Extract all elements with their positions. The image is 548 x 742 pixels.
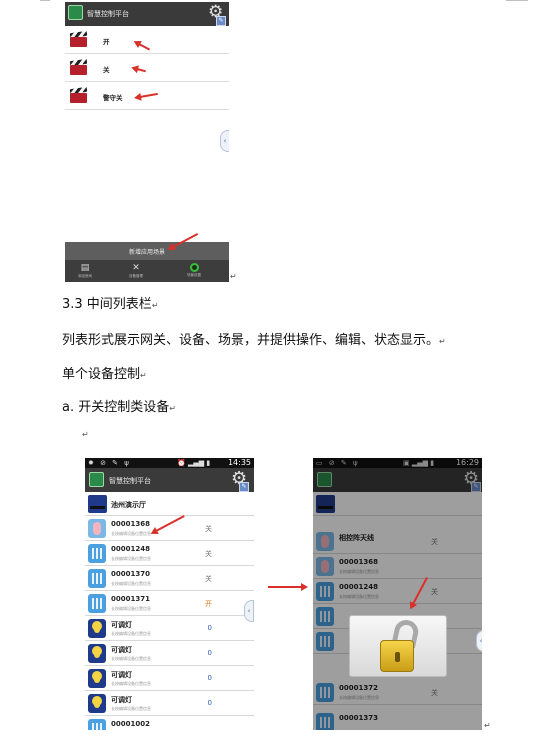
device-row[interactable]: 00001002 bbox=[85, 716, 254, 730]
switch-icon bbox=[88, 519, 106, 538]
nav-device-manage[interactable]: ✕ 设备管理 bbox=[121, 263, 151, 281]
app-title: 智慧控制平台 bbox=[109, 477, 151, 485]
device-state[interactable]: 0 bbox=[208, 674, 212, 682]
add-scene-bar[interactable]: 新增应用场景 bbox=[65, 242, 229, 260]
unlock-dialog[interactable] bbox=[349, 615, 447, 677]
bulb-icon bbox=[88, 669, 106, 688]
side-drawer-tab[interactable]: ‹ bbox=[476, 630, 482, 652]
edit-badge-icon[interactable]: ✎ bbox=[239, 482, 249, 492]
bulb-icon bbox=[88, 619, 106, 638]
list-item-a: a. 开关控制类设备↵ bbox=[62, 400, 176, 415]
tools-icon: ✕ bbox=[132, 263, 140, 273]
add-scene-label: 新增应用场景 bbox=[128, 249, 165, 256]
device-list-screenshot: ✹ ⊘ ✎ ψ ⏰ ▂▄▆ ▮ 14:35 智慧控制平台 ⚙ ✎ 池州演示厅 0… bbox=[85, 458, 254, 730]
device-row[interactable]: 00001370 长按编辑设备位置信息 关 bbox=[85, 566, 254, 591]
subheading: 单个设备控制↵ bbox=[62, 367, 147, 382]
header-rule-left bbox=[40, 0, 50, 1]
paragraph-mark: ↵ bbox=[230, 272, 237, 281]
header-rule-right bbox=[506, 0, 528, 1]
equalizer-icon bbox=[88, 719, 106, 730]
scene-row-on[interactable]: 开 bbox=[65, 27, 229, 54]
section-heading: 3.3 中间列表栏↵ bbox=[62, 297, 159, 312]
room-icon bbox=[88, 495, 107, 513]
list-icon: ▤ bbox=[80, 263, 90, 273]
device-row[interactable]: 可调灯 长按编辑设备位置信息 0 bbox=[85, 691, 254, 716]
device-state[interactable]: 0 bbox=[208, 649, 212, 657]
device-state[interactable]: 关 bbox=[205, 524, 212, 534]
section-paragraph: 列表形式展示网关、设备、场景，并提供操作、编辑、状态显示。↵ bbox=[62, 333, 446, 348]
scene-label: 开 bbox=[103, 38, 110, 46]
transition-arrow bbox=[268, 586, 302, 588]
paragraph-mark: ↵ bbox=[484, 721, 491, 730]
side-drawer-tab[interactable]: ‹ bbox=[220, 130, 229, 152]
device-state[interactable]: 0 bbox=[208, 624, 212, 632]
device-row[interactable]: 00001248 长按编辑设备位置信息 关 bbox=[85, 541, 254, 566]
scene-screenshot: 智慧控制平台 ⚙ ✎ 开 关 警守关 ‹ 新增应用场景 ▤ 添加房间 ✕ 设备管… bbox=[65, 2, 229, 282]
nav-scene-settings[interactable]: 场景设置 bbox=[179, 263, 209, 281]
device-state[interactable]: 0 bbox=[208, 699, 212, 707]
device-row[interactable]: 可调灯 长按编辑设备位置信息 0 bbox=[85, 641, 254, 666]
unlock-screenshot: ▭ ⊘ ✎ ψ ▣ ▂▄▆ ▮ 16:29 ⚙ ✎ 相控阵天线 关 000013… bbox=[313, 458, 482, 730]
bottom-nav: ▤ 添加房间 ✕ 设备管理 场景设置 bbox=[65, 260, 229, 282]
app-logo bbox=[89, 472, 104, 487]
paragraph-mark: ↵ bbox=[82, 430, 89, 439]
modal-overlay bbox=[313, 458, 482, 730]
device-row[interactable]: 可调灯 长按编辑设备位置信息 0 bbox=[85, 616, 254, 641]
bulb-icon bbox=[88, 644, 106, 663]
equalizer-icon bbox=[88, 569, 106, 588]
nav-add-room[interactable]: ▤ 添加房间 bbox=[70, 263, 100, 281]
status-icons: ✹ ⊘ ✎ ψ bbox=[88, 459, 131, 467]
device-row[interactable]: 可调灯 长按编辑设备位置信息 0 bbox=[85, 666, 254, 691]
equalizer-icon bbox=[88, 594, 106, 613]
status-bar: ✹ ⊘ ✎ ψ ⏰ ▂▄▆ ▮ 14:35 bbox=[85, 458, 254, 468]
clapperboard-icon bbox=[69, 58, 88, 75]
scene-row-off[interactable]: 关 bbox=[65, 55, 229, 82]
device-state[interactable]: 关 bbox=[205, 549, 212, 559]
bulb-icon bbox=[88, 694, 106, 713]
scene-label: 关 bbox=[103, 66, 110, 74]
status-time: 14:35 bbox=[227, 458, 251, 467]
side-drawer-tab[interactable]: ‹ bbox=[244, 600, 254, 622]
app-logo bbox=[68, 5, 83, 20]
clapperboard-icon bbox=[69, 86, 88, 103]
padlock-icon bbox=[380, 640, 414, 672]
scene-ring-icon bbox=[189, 263, 199, 272]
device-state[interactable]: 关 bbox=[205, 574, 212, 584]
device-state[interactable]: 开 bbox=[205, 599, 212, 609]
scene-label: 警守关 bbox=[103, 94, 123, 102]
app-title: 智慧控制平台 bbox=[87, 10, 129, 18]
app-titlebar: 智慧控制平台 ⚙ ✎ bbox=[65, 2, 229, 26]
app-titlebar: 智慧控制平台 ⚙ ✎ bbox=[85, 468, 254, 492]
edit-badge-icon[interactable]: ✎ bbox=[216, 16, 226, 26]
clapperboard-icon bbox=[69, 30, 88, 47]
device-row[interactable]: 00001368 长按编辑设备位置信息 关 bbox=[85, 516, 254, 541]
room-name: 池州演示厅 bbox=[111, 501, 146, 509]
device-row[interactable]: 00001371 长按编辑设备位置信息 开 bbox=[85, 591, 254, 616]
room-header[interactable]: 池州演示厅 bbox=[85, 492, 254, 516]
signal-icons: ⏰ ▂▄▆ ▮ bbox=[177, 459, 211, 467]
equalizer-icon bbox=[88, 544, 106, 563]
